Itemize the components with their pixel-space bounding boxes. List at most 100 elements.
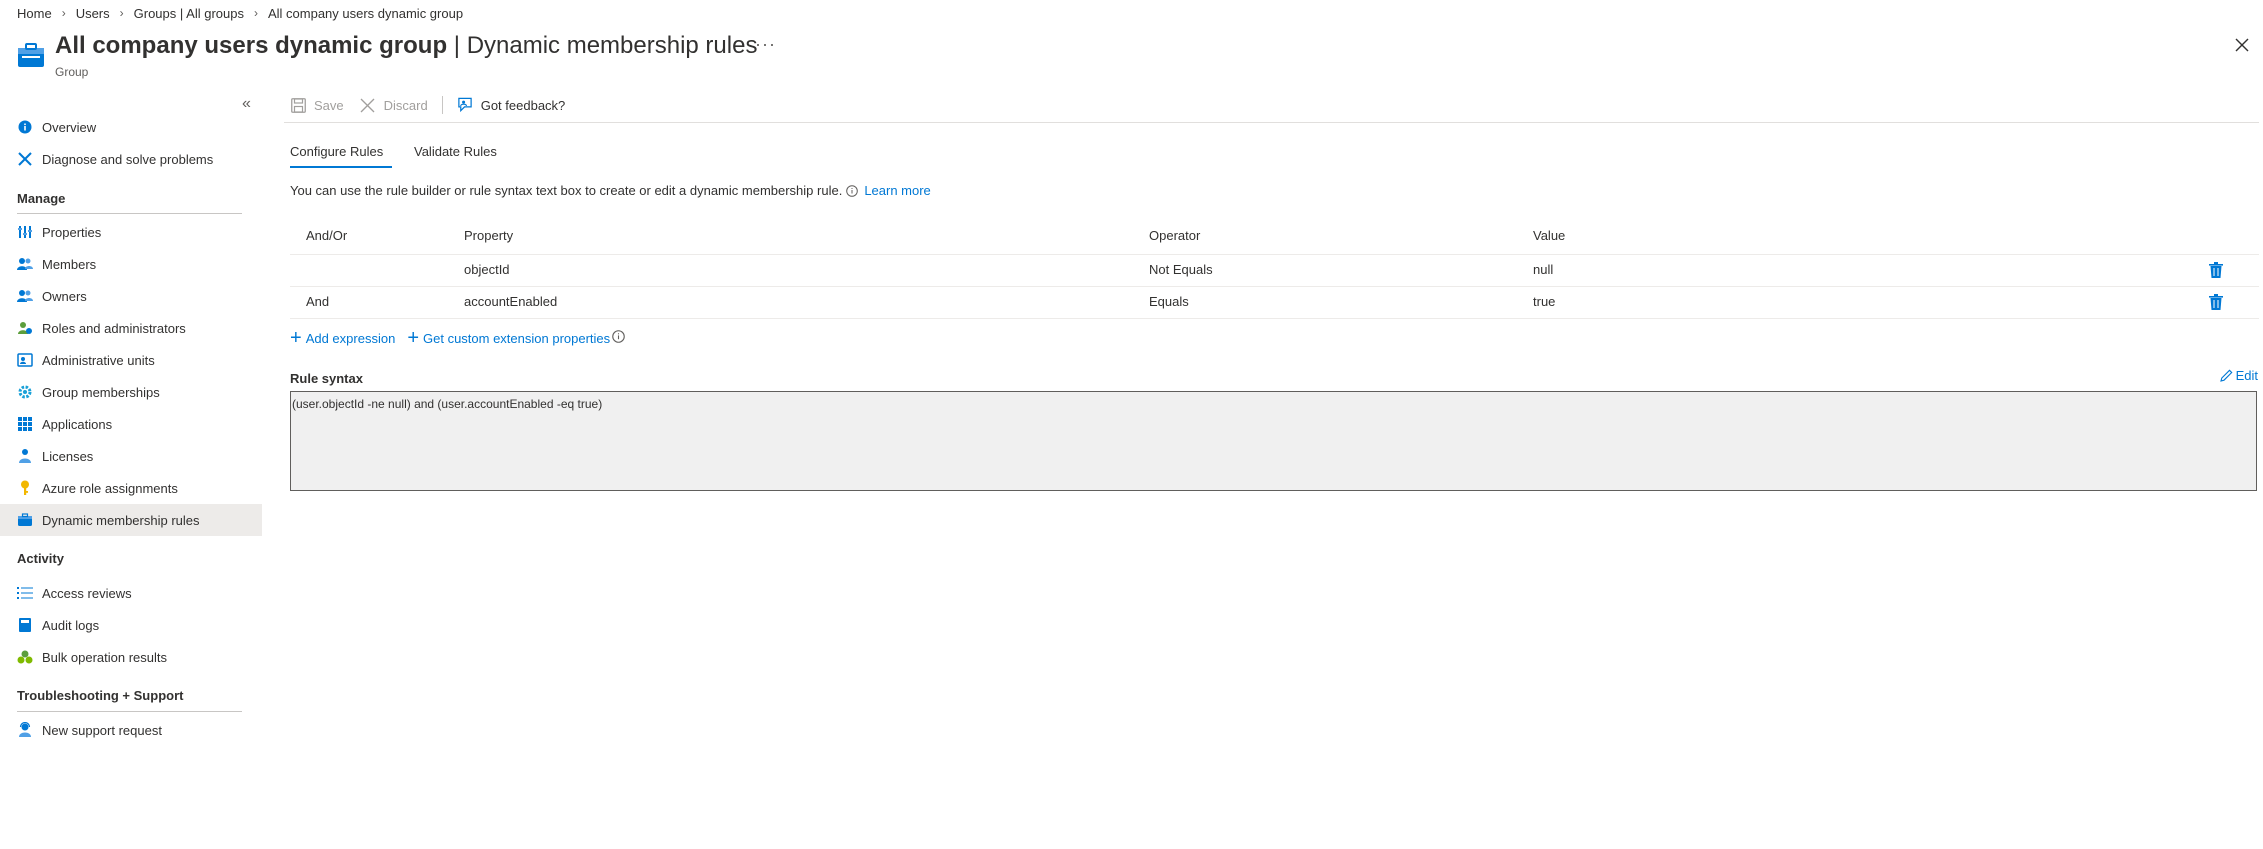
sidebar-item-label: Members	[42, 256, 97, 272]
sidebar-item-label: Bulk operation results	[42, 649, 168, 665]
more-options-button[interactable]: ···	[755, 34, 776, 55]
rule-syntax-text: (user.objectId -ne null) and (user.accou…	[292, 397, 603, 411]
add-actions-row: + Add expression + Get custom extension …	[290, 328, 625, 348]
dynamic-rules-icon	[16, 511, 34, 529]
sidebar-item-label: Diagnose and solve problems	[42, 151, 214, 167]
breadcrumb-current-group[interactable]: All company users dynamic group	[268, 6, 463, 21]
list-icon	[16, 584, 34, 602]
page-name: Dynamic membership rules	[466, 32, 758, 59]
get-custom-extension-properties-button[interactable]: + Get custom extension properties	[407, 327, 611, 349]
toolbar-divider-line	[284, 122, 2259, 123]
breadcrumb-groups[interactable]: Groups | All groups	[134, 6, 244, 21]
edit-button[interactable]: Edit	[2219, 368, 2258, 383]
feedback-button[interactable]: Got feedback?	[457, 97, 566, 113]
rule-syntax-label: Rule syntax	[290, 371, 363, 386]
license-icon	[16, 447, 34, 465]
sidebar-item-label: Overview	[42, 119, 97, 135]
sidebar-item-label: Properties	[42, 224, 102, 240]
sidebar-item-azure-role-assignments[interactable]: Azure role assignments	[0, 472, 262, 504]
members-icon	[16, 255, 34, 273]
save-button[interactable]: Save	[290, 97, 344, 113]
sidebar-item-members[interactable]: Members	[0, 248, 262, 280]
sidebar-item-properties[interactable]: Properties	[0, 216, 262, 248]
add-expression-button[interactable]: + Add expression	[290, 328, 396, 348]
active-tab-indicator	[290, 166, 392, 168]
table-row-divider	[290, 286, 2259, 287]
collapse-sidebar-icon[interactable]: «	[242, 96, 258, 112]
sidebar-item-label: Licenses	[42, 448, 94, 464]
column-header-andor: And/Or	[306, 228, 348, 243]
sidebar-item-label: Azure role assignments	[42, 480, 178, 496]
sidebar-item-applications[interactable]: Applications	[0, 408, 262, 440]
cell-operator[interactable]: Equals	[1149, 294, 1189, 309]
sidebar-item-new-support-request[interactable]: New support request	[0, 714, 262, 746]
tab-configure-rules[interactable]: Configure Rules	[290, 144, 383, 159]
learn-more-link[interactable]: Learn more	[864, 183, 930, 198]
delete-icon[interactable]	[2209, 294, 2223, 310]
delete-icon[interactable]	[2209, 262, 2223, 278]
breadcrumb: Home › Users › Groups | All groups › All…	[17, 4, 463, 22]
command-bar: Save Discard Got feedback?	[290, 94, 565, 116]
table-header-divider	[290, 254, 2259, 255]
sidebar-item-label: Dynamic membership rules	[42, 512, 200, 528]
book-icon	[16, 616, 34, 634]
cell-andor[interactable]: And	[306, 294, 329, 309]
section-divider	[17, 213, 242, 214]
info-circle-icon[interactable]	[612, 329, 625, 343]
title-separator: |	[447, 32, 467, 59]
plus-icon: +	[407, 327, 419, 349]
sidebar-item-bulk-operation-results[interactable]: Bulk operation results	[0, 641, 262, 673]
cell-property[interactable]: accountEnabled	[464, 294, 557, 309]
column-header-operator: Operator	[1149, 228, 1201, 243]
feedback-icon	[457, 97, 473, 113]
owners-icon	[16, 287, 34, 305]
gear-icon	[16, 383, 34, 401]
discard-button[interactable]: Discard	[360, 97, 428, 113]
feedback-label: Got feedback?	[480, 97, 566, 113]
table-row-divider	[290, 318, 2259, 319]
sidebar-item-admin-units[interactable]: Administrative units	[0, 344, 262, 376]
properties-icon	[16, 223, 34, 241]
cell-property[interactable]: objectId	[464, 262, 510, 277]
sidebar-item-roles[interactable]: Roles and administrators	[0, 312, 262, 344]
info-text-row: You can use the rule builder or rule syn…	[290, 183, 931, 198]
column-header-property: Property	[464, 228, 514, 243]
sidebar-item-owners[interactable]: Owners	[0, 280, 262, 312]
sidebar-item-overview[interactable]: Overview	[0, 111, 262, 143]
section-divider	[17, 711, 242, 712]
breadcrumb-home[interactable]: Home	[17, 6, 52, 21]
bulk-icon	[16, 648, 34, 666]
sidebar-item-label: Administrative units	[42, 352, 155, 368]
toolbar-divider	[441, 96, 443, 114]
page-subtitle: Group	[55, 65, 89, 79]
section-title-troubleshooting: Troubleshooting + Support	[17, 688, 184, 703]
sidebar-item-licenses[interactable]: Licenses	[0, 440, 262, 472]
sidebar-item-diagnose[interactable]: Diagnose and solve problems	[0, 143, 262, 175]
admin-units-icon	[16, 351, 34, 369]
column-header-value: Value	[1533, 228, 1566, 243]
cell-value[interactable]: true	[1533, 294, 1555, 309]
sidebar-item-access-reviews[interactable]: Access reviews	[0, 577, 262, 609]
rule-syntax-textbox[interactable]: (user.objectId -ne null) and (user.accou…	[290, 391, 2257, 491]
wrench-icon	[16, 150, 34, 168]
custom-extension-label: Get custom extension properties	[423, 330, 611, 346]
section-title-activity: Activity	[17, 551, 64, 566]
tab-validate-rules[interactable]: Validate Rules	[414, 144, 497, 159]
cell-value[interactable]: null	[1533, 262, 1553, 277]
breadcrumb-users[interactable]: Users	[76, 6, 110, 21]
sidebar-item-group-memberships[interactable]: Group memberships	[0, 376, 262, 408]
info-circle-icon[interactable]	[846, 184, 859, 197]
close-icon[interactable]	[2231, 34, 2253, 56]
sidebar-item-label: Roles and administrators	[42, 320, 186, 336]
chevron-right-icon: ›	[61, 6, 66, 20]
support-icon	[16, 721, 34, 739]
chevron-right-icon: ›	[253, 6, 258, 20]
page-title: All company users dynamic group | Dynami…	[55, 32, 757, 60]
section-title-manage: Manage	[17, 191, 66, 206]
chevron-right-icon: ›	[119, 6, 124, 20]
apps-grid-icon	[16, 415, 34, 433]
sidebar-item-dynamic-membership-rules[interactable]: Dynamic membership rules	[0, 504, 262, 536]
cell-operator[interactable]: Not Equals	[1149, 262, 1213, 277]
add-expression-label: Add expression	[305, 330, 396, 346]
sidebar-item-audit-logs[interactable]: Audit logs	[0, 609, 262, 641]
